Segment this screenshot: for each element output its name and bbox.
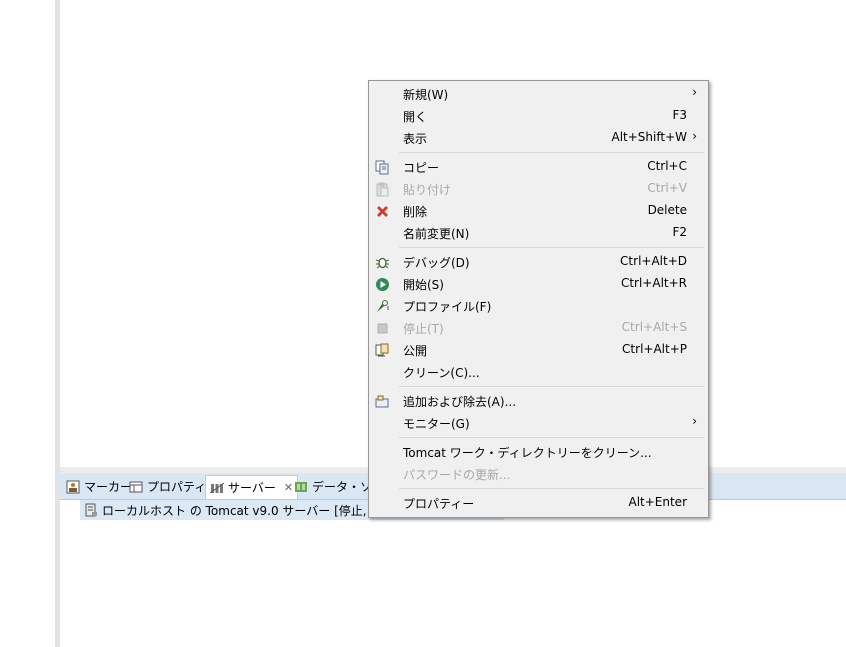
menu-item-label: プロファイル(F) [403,300,492,314]
menu-item-label: 開始(S) [403,278,444,292]
menu-item-accel: Ctrl+Alt+R [620,276,687,290]
menu-item-tomcat-clean[interactable]: Tomcat ワーク・ディレクトリーをクリーン... [369,441,708,463]
menu-separator [399,488,704,489]
menu-item-monitor[interactable]: モニター(G) › [369,412,708,434]
menu-item-label: プロパティー [403,497,475,511]
menu-item-label: クリーン(C)... [403,366,480,380]
menu-item-debug[interactable]: デバッグ(D) Ctrl+Alt+D [369,251,708,273]
paste-icon [376,182,389,197]
menu-item-label: コピー [403,161,440,175]
stop-icon [377,323,388,334]
menu-item-label: デバッグ(D) [403,256,470,270]
menu-item-accel: F2 [672,225,687,239]
menu-item-new[interactable]: 新規(W) › [369,83,708,105]
server-icon [85,503,97,517]
menu-item-label: Tomcat ワーク・ディレクトリーをクリーン... [403,446,652,460]
server-list: ローカルホスト の Tomcat v9.0 サーバー [停止, 同期済み [60,500,846,647]
menu-item-paste[interactable]: 貼り付け Ctrl+V [369,178,708,200]
markers-icon [66,480,80,493]
menu-item-label: 追加および除去(A)... [403,395,517,409]
submenu-arrow-icon: › [692,85,697,99]
copy-icon [375,160,389,175]
menu-separator [399,437,704,438]
menu-item-accel: F3 [672,108,687,122]
menu-item-label: 貼り付け [403,183,452,197]
menu-item-copy[interactable]: コピー Ctrl+C [369,156,708,178]
menu-item-add-remove[interactable]: 追加および除去(A)... [369,390,708,412]
menu-item-accel: Alt+Shift+W [611,130,688,144]
submenu-arrow-icon: › [692,414,697,428]
menu-item-publish[interactable]: 公開 Ctrl+Alt+P [369,339,708,361]
menu-separator [399,247,704,248]
menu-item-open[interactable]: 開く F3 [369,105,708,127]
menu-item-label: 表示 [403,132,428,146]
tab-servers[interactable]: サーバー ✕ [205,475,299,499]
tab-servers-label: サーバー [228,481,276,495]
menu-item-profile[interactable]: プロファイル(F) [369,295,708,317]
menu-item-accel: Ctrl+C [647,159,687,173]
menu-item-label: パスワードの更新... [403,468,511,482]
menu-item-accel: Ctrl+Alt+S [621,320,687,334]
context-menu: 新規(W) › 開く F3 表示 Alt+Shift+W › コピー Ctrl+… [368,80,709,518]
debug-icon [375,257,390,269]
menu-item-stop[interactable]: 停止(T) Ctrl+Alt+S [369,317,708,339]
menu-item-label: 名前変更(N) [403,227,470,241]
properties-icon [129,481,143,492]
menu-item-accel: Ctrl+Alt+P [622,342,687,356]
menu-item-label: 停止(T) [403,322,444,336]
menu-item-delete[interactable]: 削除 Delete [369,200,708,222]
menu-item-label: 新規(W) [403,88,449,102]
menu-item-accel: Delete [647,203,687,217]
profile-icon [377,300,389,312]
delete-icon [377,206,388,217]
start-icon [376,278,389,291]
menu-separator [399,152,704,153]
menu-item-accel: Ctrl+Alt+D [620,254,687,268]
servers-icon [210,482,224,493]
menu-separator [399,386,704,387]
menu-item-rename[interactable]: 名前変更(N) F2 [369,222,708,244]
menu-item-start[interactable]: 開始(S) Ctrl+Alt+R [369,273,708,295]
menu-item-properties[interactable]: プロパティー Alt+Enter [369,492,708,514]
left-gutter [0,0,55,647]
datasource-icon [295,481,307,492]
menu-item-clean[interactable]: クリーン(C)... [369,361,708,383]
menu-item-show[interactable]: 表示 Alt+Shift+W › [369,127,708,149]
menu-item-label: 削除 [403,205,428,219]
menu-item-accel: Ctrl+V [647,181,687,195]
menu-item-label: 開く [403,110,428,124]
menu-item-label: モニター(G) [403,417,470,431]
add-remove-icon [375,395,389,408]
menu-item-accel: Alt+Enter [628,495,687,509]
submenu-arrow-icon: › [692,129,697,143]
menu-item-label: 公開 [403,344,428,358]
publish-icon [375,343,389,357]
menu-item-password[interactable]: パスワードの更新... [369,463,708,485]
